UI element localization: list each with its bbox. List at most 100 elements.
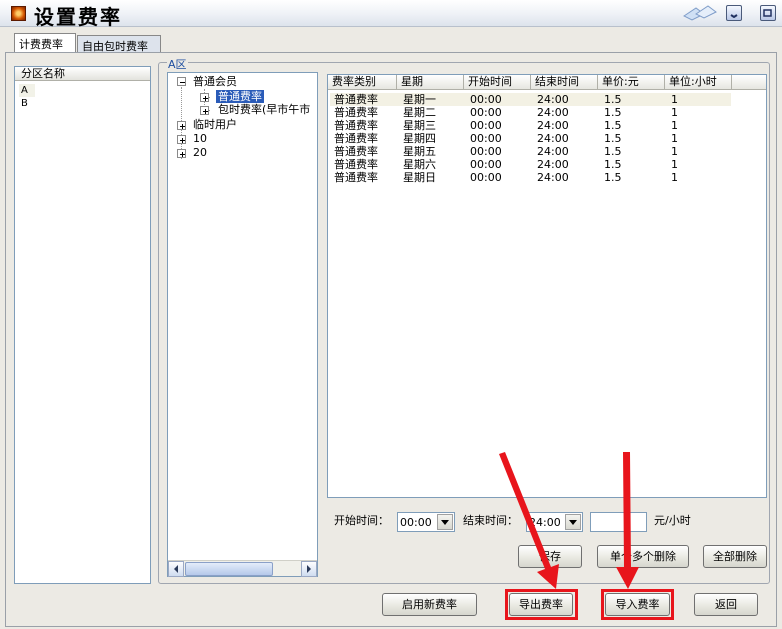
table-cell[interactable]: 普通费率 [330,145,378,158]
delete-selected-button[interactable]: 单个多个删除 [597,545,689,568]
start-time-select[interactable]: 00:00 [397,512,455,532]
table-cell[interactable]: 1 [667,106,678,119]
table-cell[interactable]: 24:00 [533,119,569,132]
collapse-icon[interactable] [177,77,186,86]
back-button[interactable]: 返回 [694,593,758,616]
start-time-value: 00:00 [400,516,432,529]
tree-node-20[interactable]: 20 [193,146,207,159]
unit-label: 元/小时 [654,514,691,527]
save-button[interactable]: 保存 [518,545,582,568]
table-cell[interactable]: 00:00 [466,132,502,145]
tree-node-temp-user[interactable]: 临时用户 [193,118,237,131]
table-cell[interactable]: 星期日 [399,171,436,184]
restore-button[interactable] [760,5,776,21]
end-time-label: 结束时间： [463,514,518,527]
table-cell[interactable]: 星期四 [399,132,436,145]
group-label: A区 [167,56,188,72]
zone-list-header: 分区名称 [15,67,150,81]
dropdown-button[interactable] [437,514,453,530]
table-cell[interactable]: 普通费率 [330,119,378,132]
window-title: 设置费率 [34,5,122,29]
highlight-box-export [505,589,578,620]
tree-node-package-rate[interactable]: 包时费率(早市午市 [218,103,318,116]
column-header[interactable]: 费率类别 [328,75,397,90]
book-icon [683,5,717,21]
table-cell[interactable]: 24:00 [533,145,569,158]
scroll-right-button[interactable] [301,561,317,577]
delete-all-button[interactable]: 全部删除 [703,545,767,568]
table-cell[interactable]: 普通费率 [330,171,378,184]
end-time-value: 24:00 [529,516,561,529]
expand-icon[interactable] [177,149,186,158]
table-cell[interactable]: 24:00 [533,106,569,119]
column-header[interactable]: 结束时间 [531,75,598,90]
table-cell[interactable]: 普通费率 [330,106,378,119]
table-cell[interactable]: 普通费率 [330,132,378,145]
table-cell[interactable]: 1.5 [600,158,622,171]
table-cell[interactable]: 24:00 [533,93,569,106]
table-cell[interactable]: 1 [667,145,678,158]
table-cell[interactable]: 1.5 [600,119,622,132]
rate-tree[interactable]: 普通会员 普通费率 包时费率(早市午市 临时用户 10 20 [167,72,318,577]
table-cell[interactable]: 1.5 [600,132,622,145]
tab-free-package-rate[interactable]: 自由包时费率 [77,35,161,53]
table-cell[interactable]: 24:00 [533,171,569,184]
table-cell[interactable]: 1 [667,158,678,171]
table-cell[interactable]: 普通费率 [330,93,378,106]
table-cell[interactable]: 星期三 [399,119,436,132]
table-cell[interactable]: 1 [667,132,678,145]
table-cell[interactable]: 1.5 [600,145,622,158]
restore-icon [763,9,772,17]
highlight-box-import [601,589,674,620]
table-cell[interactable]: 星期六 [399,158,436,171]
table-cell[interactable]: 星期二 [399,106,436,119]
table-cell[interactable]: 24:00 [533,132,569,145]
table-cell[interactable]: 1.5 [600,171,622,184]
table-cell[interactable]: 普通费率 [330,158,378,171]
tree-node-member[interactable]: 普通会员 [193,75,237,88]
tree-node-10[interactable]: 10 [193,132,207,145]
chevron-right-icon [307,565,311,573]
expand-icon[interactable] [177,135,186,144]
list-item[interactable]: A [19,84,35,97]
expand-icon[interactable] [200,93,209,102]
table-cell[interactable]: 1.5 [600,93,622,106]
chevron-down-icon [569,520,577,525]
table-cell[interactable]: 1 [667,93,678,106]
table-cell[interactable]: 1 [667,171,678,184]
table-cell[interactable]: 1 [667,119,678,132]
enable-new-rate-button[interactable]: 启用新费率 [382,593,477,616]
table-cell[interactable]: 00:00 [466,158,502,171]
table-cell[interactable]: 00:00 [466,93,502,106]
tab-billing-rate[interactable]: 计费费率 [14,33,76,53]
expand-icon[interactable] [200,106,209,115]
scroll-thumb[interactable] [185,562,273,576]
table-cell[interactable]: 00:00 [466,106,502,119]
chevron-left-icon [174,565,178,573]
table-cell[interactable]: 00:00 [466,119,502,132]
table-cell[interactable]: 00:00 [466,145,502,158]
expand-icon[interactable] [177,121,186,130]
table-cell[interactable]: 1.5 [600,106,622,119]
app-icon [11,6,26,21]
dropdown-button[interactable] [565,514,581,530]
table-cell[interactable]: 24:00 [533,158,569,171]
tree-node-normal-rate-label: 普通费率 [216,90,264,103]
column-header[interactable]: 开始时间 [464,75,531,90]
tree-hscrollbar[interactable] [168,560,317,577]
table-cell[interactable]: 00:00 [466,171,502,184]
price-input[interactable] [590,512,647,532]
scroll-left-button[interactable] [168,561,184,577]
list-item[interactable]: B [19,97,30,110]
zone-list[interactable]: 分区名称 A B [14,66,151,584]
tree-node-normal-rate[interactable]: 普通费率 [216,90,264,103]
title-bar: 设置费率 [0,0,782,29]
minimize-button[interactable] [726,5,742,21]
table-cell[interactable]: 星期五 [399,145,436,158]
end-time-select[interactable]: 24:00 [526,512,583,532]
rate-grid[interactable]: 费率类别 星期 开始时间 结束时间 单价:元 单位:小时 普通费率 星期一 00:0… [327,74,767,498]
column-header[interactable]: 单位:小时 [665,75,732,90]
column-header[interactable]: 星期 [397,75,464,90]
table-cell[interactable]: 星期一 [399,93,436,106]
column-header[interactable]: 单价:元 [598,75,665,90]
